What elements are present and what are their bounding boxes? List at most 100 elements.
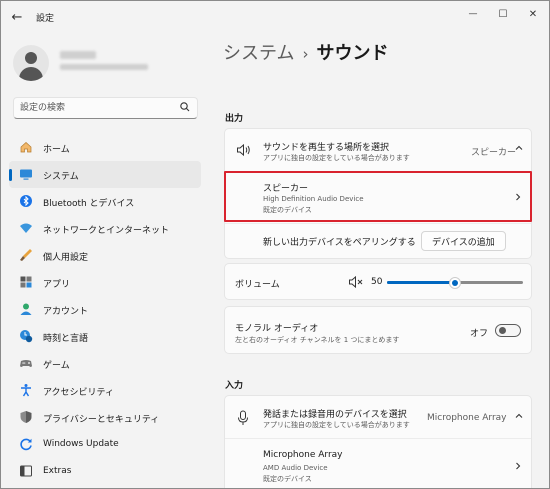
sidebar-item-label: アクセシビリティ: [43, 388, 115, 398]
sidebar-item-extras[interactable]: Extras: [9, 458, 201, 485]
sidebar-item-windows-update[interactable]: Windows Update: [9, 431, 201, 458]
speaker-device-driver: High Definition Audio Device: [263, 195, 364, 203]
maximize-button[interactable]: ☐: [490, 5, 516, 23]
network-icon: [19, 221, 33, 235]
settings-window: ← 設定 — ☐ ✕ 設定の検索 ホーム システム Bluetooth とデバイ…: [0, 0, 550, 489]
choose-input-title: 発話または録音用のデバイスを選択: [263, 410, 407, 420]
add-device-button[interactable]: デバイスの追加: [421, 231, 506, 251]
sidebar-item-time-language[interactable]: 時刻と言語: [9, 323, 201, 350]
mono-audio-title: モノラル オーディオ: [235, 324, 319, 334]
selected-output-value: スピーカー: [471, 148, 517, 158]
system-icon: [19, 167, 33, 181]
close-button[interactable]: ✕: [520, 5, 546, 23]
sidebar-item-label: 時刻と言語: [43, 334, 89, 344]
home-icon: [19, 140, 33, 154]
chevron-up-icon[interactable]: [514, 411, 524, 421]
speaker-device-name: スピーカー: [263, 184, 309, 194]
close-icon: ✕: [528, 8, 538, 20]
sidebar-item-label: 個人用設定: [43, 253, 89, 263]
volume-slider-thumb[interactable]: [449, 276, 461, 289]
back-button[interactable]: ←: [7, 7, 27, 27]
shield-icon: [19, 410, 33, 424]
back-arrow-icon: ←: [11, 9, 23, 25]
sidebar-item-bluetooth[interactable]: Bluetooth とデバイス: [9, 188, 201, 215]
sidebar-item-system[interactable]: システム: [9, 161, 201, 188]
sidebar-item-label: Windows Update: [43, 439, 119, 449]
speaker-device-row[interactable]: スピーカー High Definition Audio Device 既定のデバ…: [225, 172, 531, 223]
choose-output-subtitle: アプリに独自の設定をしている場合があります: [263, 154, 410, 162]
choose-input-subtitle: アプリに独自の設定をしている場合があります: [263, 421, 410, 429]
mono-audio-card: モノラル オーディオ 左と右のオーディオ チャンネルを 1 つにまとめます オフ: [224, 306, 532, 354]
speaker-default-label: 既定のデバイス: [263, 206, 312, 214]
sidebar-item-home[interactable]: ホーム: [9, 134, 201, 161]
sidebar-item-network[interactable]: ネットワークとインターネット: [9, 215, 201, 242]
sidebar-item-accessibility[interactable]: アクセシビリティ: [9, 377, 201, 404]
sidebar-item-apps[interactable]: アプリ: [9, 269, 201, 296]
mono-audio-subtitle: 左と右のオーディオ チャンネルを 1 つにまとめます: [235, 336, 400, 344]
search-icon: [178, 100, 192, 114]
choose-output-title: サウンドを再生する場所を選択: [263, 143, 390, 153]
speaker-icon: [236, 143, 252, 157]
sidebar-item-gaming[interactable]: ゲーム: [9, 350, 201, 377]
user-profile[interactable]: [13, 45, 203, 81]
output-devices-card: サウンドを再生する場所を選択 アプリに独自の設定をしている場合があります スピー…: [224, 128, 532, 259]
sidebar-item-label: アカウント: [43, 307, 89, 317]
brush-icon: [19, 248, 33, 262]
game-icon: [19, 356, 33, 370]
breadcrumb-separator: ›: [302, 45, 309, 63]
chevron-right-icon: [513, 192, 523, 202]
user-email-redacted: [60, 64, 148, 70]
minimize-icon: —: [468, 9, 478, 19]
selected-input-value: Microphone Array: [427, 413, 507, 423]
avatar: [13, 45, 49, 81]
volume-slider-fill: [387, 281, 455, 284]
choose-input-row[interactable]: 発話または録音用のデバイスを選択 アプリに独自の設定をしている場合があります M…: [225, 396, 531, 438]
microphone-icon: [237, 410, 249, 426]
mono-audio-toggle[interactable]: [495, 324, 521, 337]
microphone-device-row[interactable]: Microphone Array AMD Audio Device 既定のデバイ…: [225, 439, 531, 488]
sidebar-item-label: アプリ: [43, 280, 71, 290]
sidebar-item-label: Extras: [43, 466, 72, 476]
sidebar-item-label: ホーム: [43, 145, 70, 155]
accessibility-icon: [19, 383, 33, 397]
breadcrumb: システム › サウンド: [223, 39, 388, 65]
choose-output-row[interactable]: サウンドを再生する場所を選択 アプリに独自の設定をしている場合があります スピー…: [225, 129, 531, 171]
chevron-up-icon[interactable]: [514, 143, 524, 153]
sidebar-item-label: ゲーム: [43, 361, 70, 371]
pair-output-label: 新しい出力デバイスをペアリングする: [263, 238, 416, 248]
breadcrumb-parent[interactable]: システム: [223, 43, 294, 64]
page-title: サウンド: [316, 43, 389, 64]
maximize-icon: ☐: [498, 8, 508, 20]
output-section-label: 出力: [225, 114, 244, 124]
microphone-device-driver: AMD Audio Device: [263, 464, 328, 472]
title-bar: ← 設定 — ☐ ✕: [1, 1, 549, 33]
mute-speaker-icon[interactable]: [348, 275, 364, 289]
sidebar-item-label: ネットワークとインターネット: [43, 226, 170, 236]
apps-icon: [19, 275, 33, 289]
sidebar-nav: ホーム システム Bluetooth とデバイス ネットワークとインターネット …: [9, 134, 201, 485]
input-section-label: 入力: [225, 381, 244, 391]
app-title: 設定: [36, 14, 55, 24]
microphone-default-label: 既定のデバイス: [263, 475, 312, 483]
volume-label: ボリューム: [235, 280, 280, 290]
sidebar-item-label: システム: [43, 172, 79, 182]
volume-value: 50: [371, 277, 383, 287]
search-input[interactable]: [20, 101, 170, 115]
bluetooth-icon: [19, 194, 33, 208]
input-devices-card: 発話または録音用のデバイスを選択 アプリに独自の設定をしている場合があります M…: [224, 395, 532, 488]
microphone-device-name: Microphone Array: [263, 450, 343, 460]
mono-audio-state: オフ: [470, 329, 489, 339]
pair-output-row: 新しい出力デバイスをペアリングする デバイスの追加: [225, 224, 531, 260]
sidebar-item-label: プライバシーとセキュリティ: [43, 415, 160, 425]
user-name-redacted: [60, 51, 96, 59]
sidebar-item-accounts[interactable]: アカウント: [9, 296, 201, 323]
sidebar-item-privacy-security[interactable]: プライバシーとセキュリティ: [9, 404, 201, 431]
update-icon: [19, 437, 33, 451]
minimize-button[interactable]: —: [460, 5, 486, 23]
sidebar-item-label: Bluetooth とデバイス: [43, 199, 135, 209]
account-icon: [19, 302, 33, 316]
person-icon: [25, 52, 37, 64]
search-box[interactable]: [13, 97, 198, 119]
volume-card: ボリューム 50: [224, 263, 532, 300]
sidebar-item-personalization[interactable]: 個人用設定: [9, 242, 201, 269]
